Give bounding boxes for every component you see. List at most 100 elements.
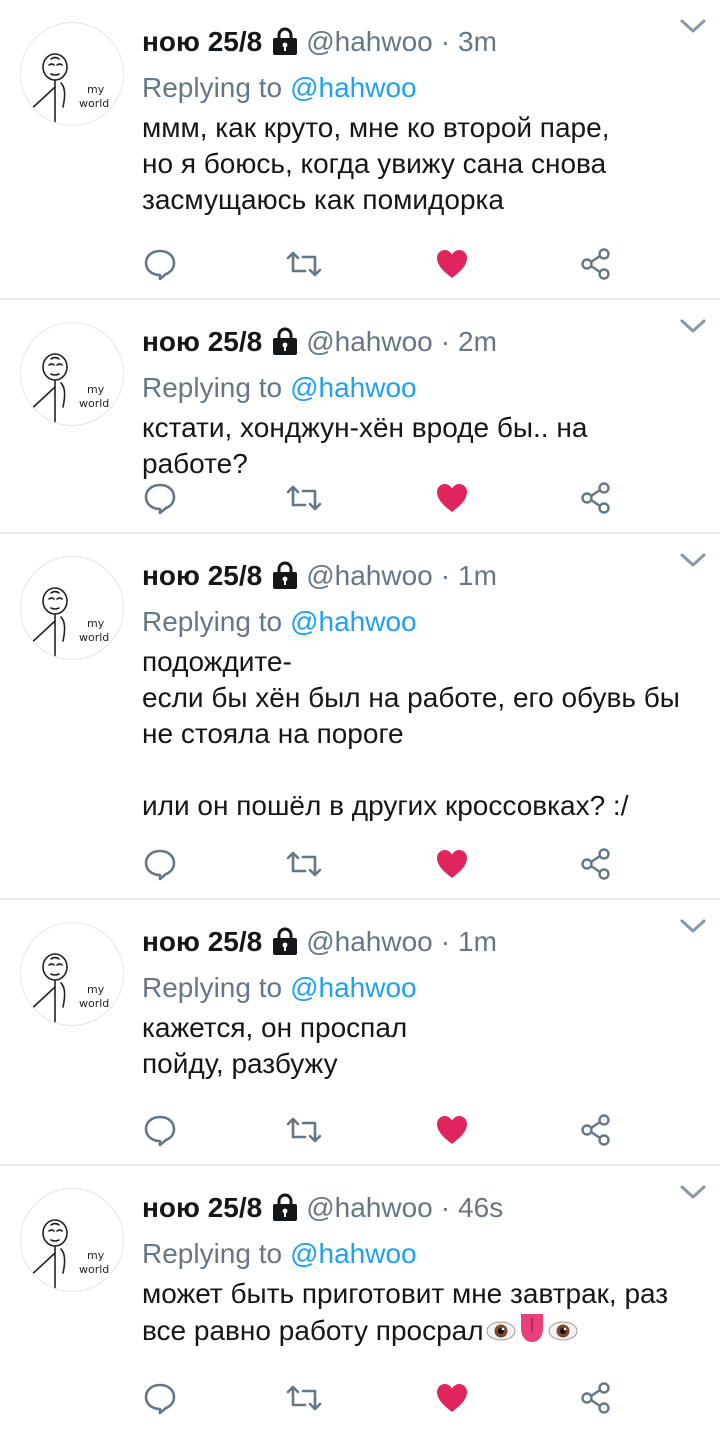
avatar[interactable]: my world	[20, 556, 124, 660]
replying-to: Replying to @hahwoo	[142, 1234, 700, 1274]
tweet-header: ною 25/8 @hahwoo · 2m	[142, 320, 700, 364]
handle[interactable]: @hahwoo	[306, 926, 433, 958]
tweet-header: ною 25/8 @hahwoo · 3m	[142, 20, 700, 64]
lock-icon	[272, 926, 298, 956]
retweet-button[interactable]	[284, 478, 324, 518]
avatar[interactable]: my world	[20, 22, 124, 126]
retweet-button[interactable]	[284, 1110, 324, 1150]
timeline: my world ною 25/8 @hahwoo · 3m Replying …	[0, 0, 720, 1432]
tweet-content: ною 25/8 @hahwoo · 1m Replying to @hahwo…	[142, 554, 700, 824]
handle[interactable]: @hahwoo	[306, 326, 433, 358]
like-button[interactable]	[432, 1378, 472, 1418]
retweet-button[interactable]	[284, 244, 324, 284]
tweet-header: ною 25/8 @hahwoo · 1m	[142, 920, 700, 964]
share-icon	[581, 1114, 610, 1146]
reply-icon	[144, 1115, 176, 1147]
chevron-down-icon[interactable]	[678, 548, 708, 572]
chevron-down-icon[interactable]	[678, 1180, 708, 1204]
replying-to-label: Replying to	[142, 972, 283, 1003]
chevron-down-icon[interactable]	[678, 14, 708, 38]
avatar[interactable]: my world	[20, 1188, 124, 1292]
timestamp[interactable]: 2m	[458, 326, 497, 358]
retweet-button[interactable]	[284, 844, 324, 884]
replying-to-user-link[interactable]: @hahwoo	[290, 1238, 417, 1270]
share-button[interactable]	[576, 244, 616, 284]
tweet-text: подождите- если бы хён был на работе, ег…	[142, 646, 680, 821]
share-button[interactable]	[576, 478, 616, 518]
avatar-text: world	[79, 631, 109, 644]
tweet[interactable]: my world ною 25/8 @hahwoo · 3m Replying …	[0, 0, 720, 300]
timestamp[interactable]: 46s	[458, 1192, 503, 1224]
retweet-button[interactable]	[284, 1378, 324, 1418]
avatar-text: my	[87, 383, 105, 396]
replying-to-label: Replying to	[142, 372, 283, 403]
reply-button[interactable]	[140, 244, 180, 284]
replying-to-label: Replying to	[142, 72, 283, 103]
tongue-emoji	[518, 1312, 546, 1353]
replying-to-user-link[interactable]: @hahwoo	[290, 372, 417, 404]
separator-dot: ·	[440, 1192, 451, 1223]
replying-to: Replying to @hahwoo	[142, 602, 700, 642]
tweet-actions	[140, 244, 620, 284]
like-button[interactable]	[432, 478, 472, 518]
separator-dot: ·	[440, 326, 451, 357]
replying-to-user-link[interactable]: @hahwoo	[290, 972, 417, 1004]
eye-emoji	[486, 1315, 516, 1351]
retweet-icon	[286, 1117, 322, 1143]
like-button[interactable]	[432, 1110, 472, 1150]
avatar[interactable]: my world	[20, 922, 124, 1026]
display-name[interactable]: ною 25/8	[142, 926, 262, 958]
reply-button[interactable]	[140, 1378, 180, 1418]
share-button[interactable]	[576, 1110, 616, 1150]
avatar[interactable]: my world	[20, 322, 124, 426]
handle[interactable]: @hahwoo	[306, 560, 433, 592]
handle[interactable]: @hahwoo	[306, 26, 433, 58]
like-button[interactable]	[432, 244, 472, 284]
chevron-down-icon[interactable]	[678, 314, 708, 338]
tweet[interactable]: my world ною 25/8 @hahwoo · 1m Replying …	[0, 534, 720, 900]
timestamp[interactable]: 1m	[458, 926, 497, 958]
avatar-text: world	[79, 997, 109, 1010]
reply-icon	[144, 1383, 176, 1415]
display-name[interactable]: ною 25/8	[142, 1192, 262, 1224]
lock-icon	[272, 26, 298, 56]
share-button[interactable]	[576, 1378, 616, 1418]
avatar-text: world	[79, 397, 109, 410]
tweet-content: ною 25/8 @hahwoo · 1m Replying to @hahwo…	[142, 920, 700, 1082]
replying-to: Replying to @hahwoo	[142, 68, 700, 108]
retweet-icon	[286, 251, 322, 277]
display-name[interactable]: ною 25/8	[142, 326, 262, 358]
share-button[interactable]	[576, 844, 616, 884]
tweet-content: ною 25/8 @hahwoo · 2m Replying to @hahwo…	[142, 320, 700, 482]
retweet-icon	[286, 1385, 322, 1411]
tweet[interactable]: my world ною 25/8 @hahwoo · 1m Replying …	[0, 900, 720, 1166]
display-name[interactable]: ною 25/8	[142, 26, 262, 58]
timestamp[interactable]: 3m	[458, 26, 497, 58]
tweet-header: ною 25/8 @hahwoo · 1m	[142, 554, 700, 598]
display-name[interactable]: ною 25/8	[142, 560, 262, 592]
replying-to-user-link[interactable]: @hahwoo	[290, 606, 417, 638]
tweet[interactable]: my world ною 25/8 @hahwoo · 46s Replying…	[0, 1166, 720, 1432]
reply-button[interactable]	[140, 478, 180, 518]
tweet-header: ною 25/8 @hahwoo · 46s	[142, 1186, 700, 1230]
tweet-text: кажется, он проспал пойду, разбужу	[142, 1012, 408, 1079]
replying-to-label: Replying to	[142, 1238, 283, 1269]
lock-icon	[272, 560, 298, 590]
chevron-down-icon[interactable]	[678, 914, 708, 938]
tweet[interactable]: my world ною 25/8 @hahwoo · 2m Replying …	[0, 300, 720, 534]
avatar-text: world	[79, 97, 109, 110]
tweet-content: ною 25/8 @hahwoo · 3m Replying to @hahwo…	[142, 20, 700, 218]
avatar-text: my	[87, 83, 105, 96]
timestamp[interactable]: 1m	[458, 560, 497, 592]
tweet-text: может быть приготовит мне завтрак, раз в…	[142, 1276, 700, 1353]
reply-button[interactable]	[140, 844, 180, 884]
avatar-text: world	[79, 1263, 109, 1276]
like-button[interactable]	[432, 844, 472, 884]
avatar-text: my	[87, 1249, 105, 1262]
reply-button[interactable]	[140, 1110, 180, 1150]
tweet-text: кстати, хонджун-хён вроде бы.. на работе…	[142, 412, 588, 479]
replying-to-user-link[interactable]: @hahwoo	[290, 72, 417, 104]
handle[interactable]: @hahwoo	[306, 1192, 433, 1224]
retweet-icon	[286, 485, 322, 511]
replying-to: Replying to @hahwoo	[142, 368, 700, 408]
